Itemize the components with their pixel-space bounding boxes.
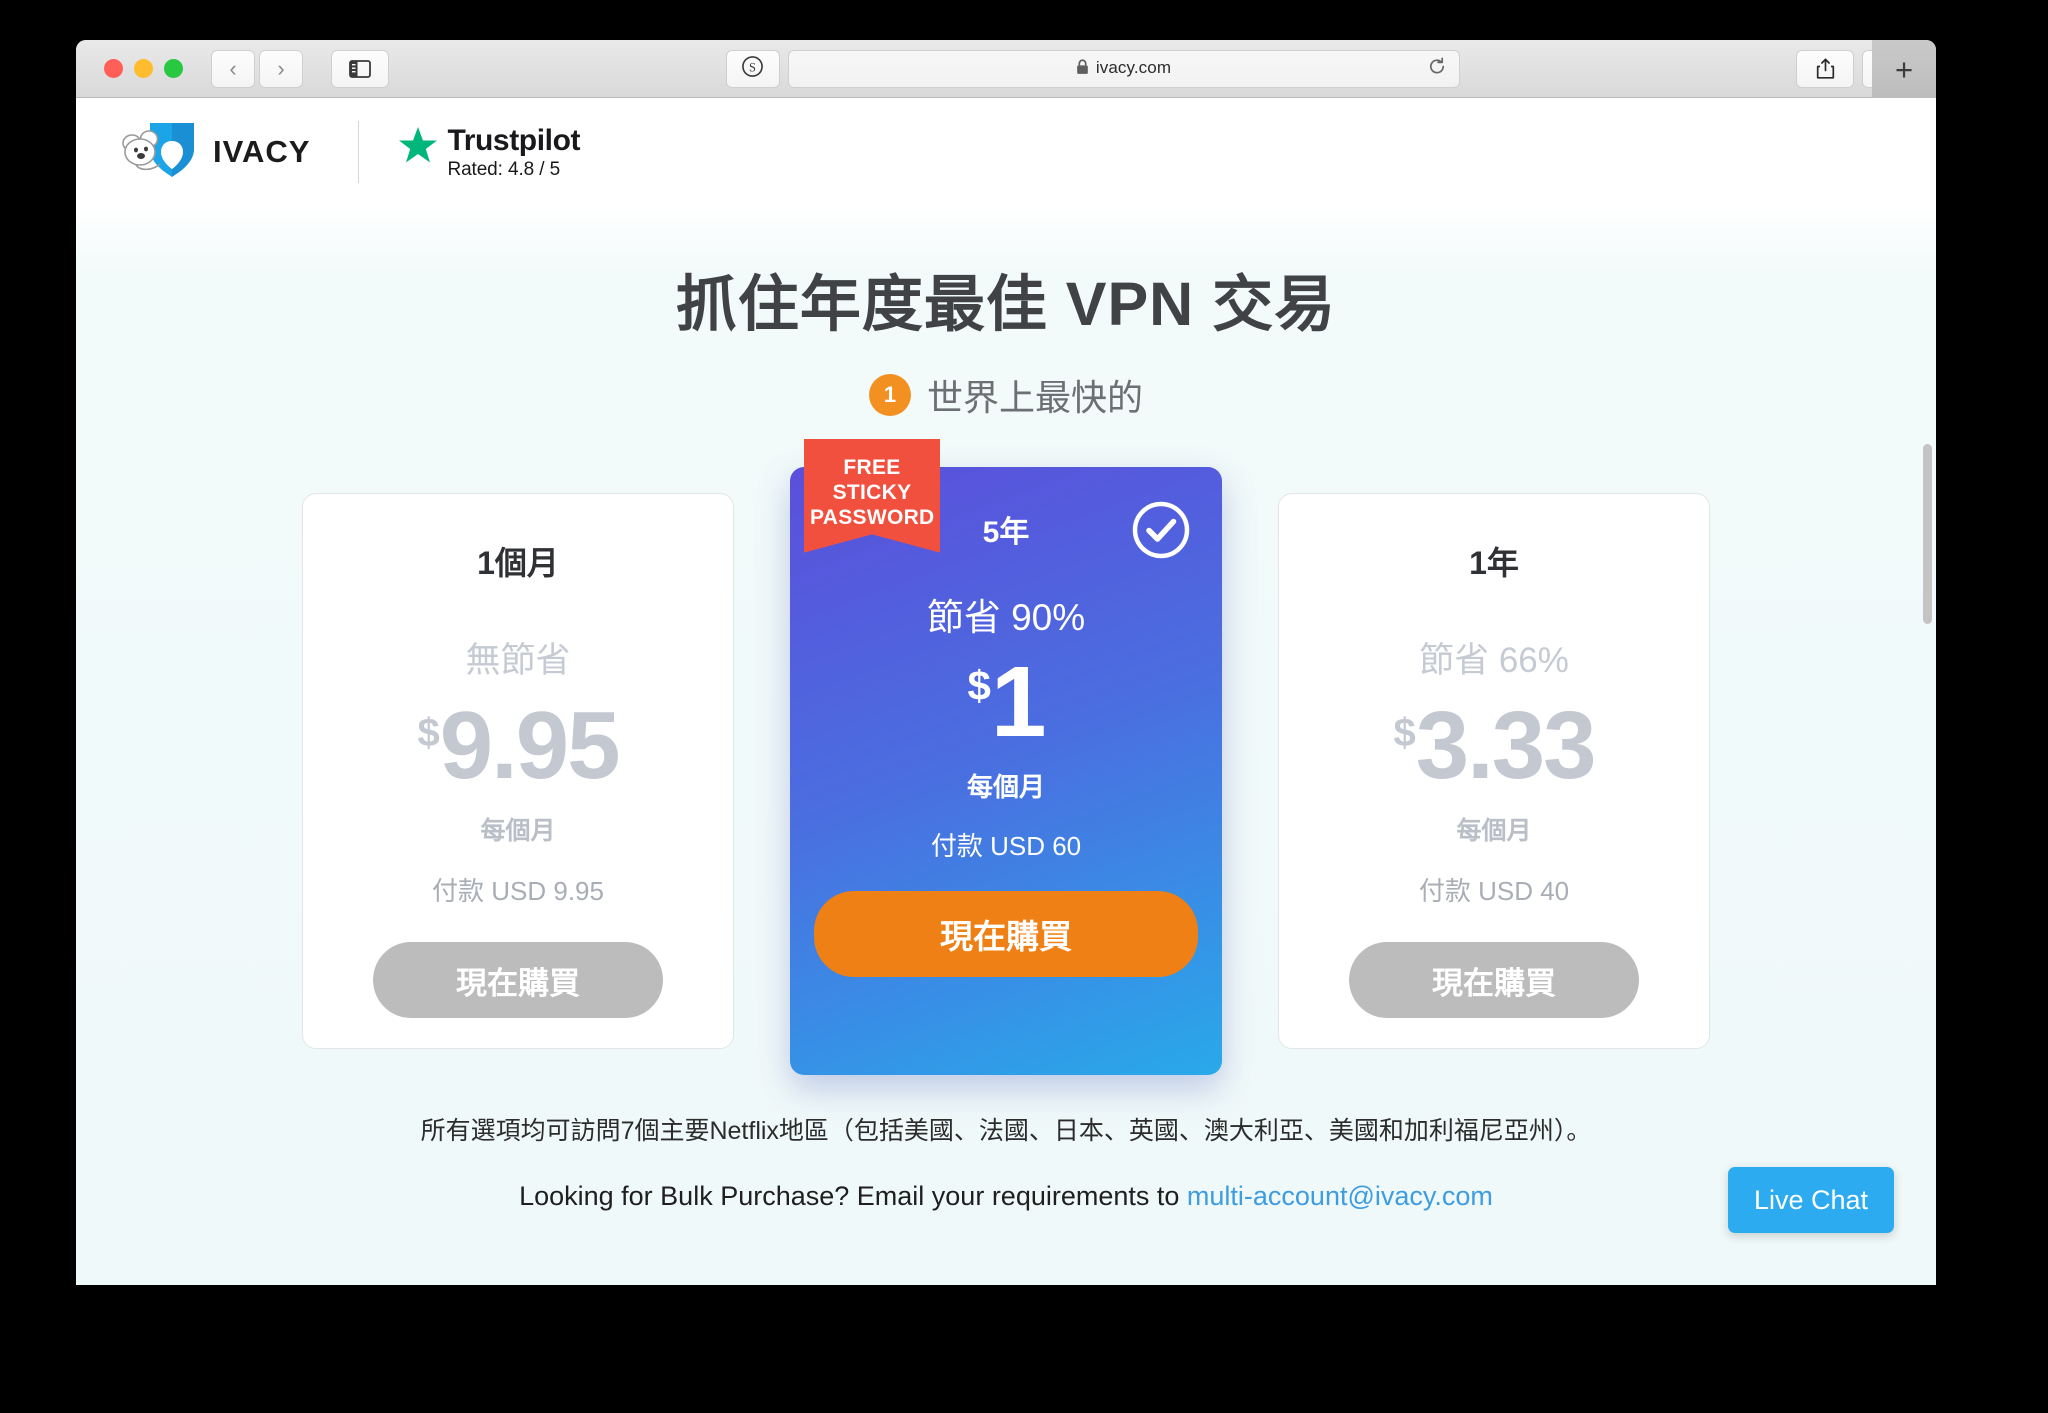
pricing-card-1-year[interactable]: 1年 節省 66% $ 3.33 每個月 付款 USD 40 現在購買: [1278, 493, 1710, 1049]
forward-button[interactable]: ›: [259, 49, 303, 88]
trustpilot-rating[interactable]: Trustpilot Rated: 4.8 / 5: [397, 124, 581, 181]
chevron-right-icon: ›: [277, 55, 285, 81]
url-input[interactable]: ivacy.com: [787, 49, 1460, 88]
pricing-card-5-year-featured[interactable]: FREE STICKY PASSWORD 5年 節省 90% $ 1 每個月 付…: [790, 439, 1222, 1075]
bulk-purchase-note: Looking for Bulk Purchase? Email your re…: [76, 1181, 1936, 1212]
hero-subheadline-text: 世界上最快的: [926, 377, 1143, 418]
plan-price: $ 9.95: [303, 692, 733, 799]
new-tab-button[interactable]: +: [1872, 40, 1936, 98]
plan-term: 1年: [1469, 545, 1519, 581]
plan-amount: 1: [990, 646, 1047, 758]
hero-subheadline: 1 世界上最快的: [76, 369, 1936, 421]
share-button[interactable]: [1796, 49, 1854, 88]
minimize-window-button[interactable]: [134, 59, 153, 78]
brand-name: IVACY: [213, 134, 311, 169]
pricing-card-1-month[interactable]: 1個月 無節省 $ 9.95 每個月 付款 USD 9.95 現在購買: [302, 493, 734, 1049]
window-traffic-lights: [104, 59, 183, 78]
buy-now-button-1-year[interactable]: 現在購買: [1349, 942, 1639, 1019]
ivacy-koala-shield-logo-icon: [112, 119, 200, 186]
maximize-window-button[interactable]: [164, 59, 183, 78]
chevron-left-icon: ‹: [229, 55, 237, 81]
address-bar-area: S ivacy.com: [725, 49, 1460, 88]
plan-price: $ 1: [790, 646, 1222, 758]
page-title: 抓住年度最佳 VPN 交易: [675, 270, 1337, 338]
plan-term: 1個月: [477, 545, 559, 581]
browser-titlebar: ‹ › S ivacy.com +: [76, 40, 1936, 98]
ivacy-logo[interactable]: IVACY: [112, 119, 310, 186]
reload-icon[interactable]: [1427, 56, 1447, 81]
reader-mode-icon: S: [741, 55, 764, 83]
netflix-regions-note: 所有選項均可訪問7個主要Netflix地區（包括美國、法國、日本、英國、澳大利亞…: [420, 1117, 1592, 1145]
plan-total: 付款 USD 40: [1418, 876, 1570, 907]
ribbon-line-2: STICKY: [832, 481, 912, 505]
ribbon-line-3: PASSWORD: [810, 506, 935, 530]
page-scrollbar-thumb[interactable]: [1923, 444, 1932, 624]
sidebar-toggle-group: [331, 49, 389, 88]
sidebar-toggle-button[interactable]: [331, 49, 389, 88]
plan-savings: 節省 66%: [1419, 641, 1569, 680]
navigation-buttons: ‹ ›: [211, 49, 303, 88]
ribbon-line-1: FREE: [843, 456, 901, 479]
header-divider: [358, 121, 360, 183]
trustpilot-star-icon: [397, 124, 439, 171]
live-chat-button[interactable]: Live Chat: [1728, 1167, 1894, 1233]
reader-mode-button[interactable]: S: [725, 49, 780, 88]
plan-currency: $: [417, 711, 440, 755]
plan-price: $ 3.33: [1279, 692, 1709, 799]
share-icon: [1815, 58, 1836, 80]
plan-savings: 無節省: [465, 641, 571, 680]
bulk-purchase-email-link[interactable]: multi-account@ivacy.com: [1187, 1181, 1493, 1211]
lock-icon: [1076, 59, 1089, 80]
pricing-cards: 1個月 無節省 $ 9.95 每個月 付款 USD 9.95 現在購買 FREE…: [76, 439, 1936, 1075]
back-button[interactable]: ‹: [211, 49, 255, 88]
plan-savings: 節省 90%: [926, 597, 1086, 638]
url-text-wrap: ivacy.com: [1076, 58, 1171, 80]
close-window-button[interactable]: [104, 59, 123, 78]
footer-notes: 所有選項均可訪問7個主要Netflix地區（包括美國、法國、日本、英國、澳大利亞…: [76, 1111, 1936, 1212]
trustpilot-text: Trustpilot Rated: 4.8 / 5: [447, 124, 580, 181]
plan-currency: $: [967, 662, 991, 709]
page-content: 抓住年度最佳 VPN 交易 1 世界上最快的 1個月 無節省 $ 9.95 每個…: [76, 206, 1936, 1285]
plan-total: 付款 USD 9.95: [432, 876, 604, 907]
plan-amount: 9.95: [439, 692, 621, 799]
url-hostname: ivacy.com: [1095, 57, 1172, 77]
plan-period: 每個月: [480, 817, 556, 846]
trustpilot-rating-text: Rated: 4.8 / 5: [447, 158, 561, 180]
bulk-purchase-text: Looking for Bulk Purchase? Email your re…: [519, 1181, 1187, 1211]
plan-total: 付款 USD 60: [930, 831, 1082, 861]
hero-badge-number: 1: [868, 374, 911, 416]
trustpilot-name: Trustpilot: [447, 123, 581, 157]
plan-amount: 3.33: [1415, 692, 1597, 799]
plan-currency: $: [1393, 711, 1416, 755]
buy-now-button-5-year[interactable]: 現在購買: [814, 891, 1198, 977]
browser-window: ‹ › S ivacy.com + IVACY Trustpilot Rated…: [76, 40, 1936, 1285]
svg-text:S: S: [749, 60, 756, 74]
plan-period: 每個月: [1456, 817, 1532, 846]
plan-period: 每個月: [966, 772, 1045, 802]
buy-now-button-1-month[interactable]: 現在購買: [373, 942, 663, 1019]
check-circle-icon: [1130, 499, 1192, 566]
sidebar-icon: [349, 59, 371, 78]
site-header: IVACY Trustpilot Rated: 4.8 / 5: [76, 98, 1936, 206]
